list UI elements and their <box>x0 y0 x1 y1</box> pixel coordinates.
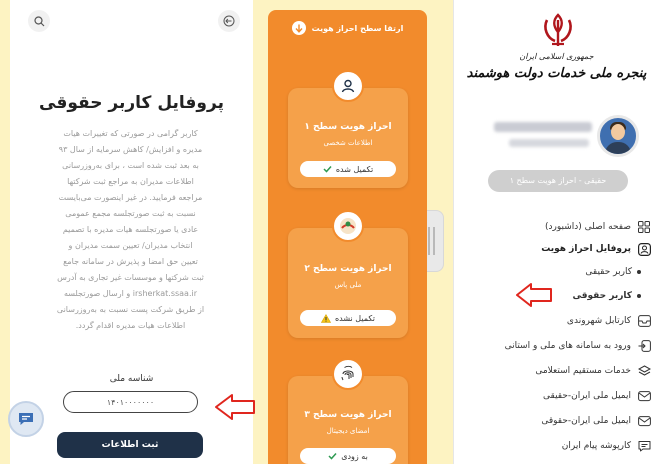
nav-item-inquiry-services[interactable]: خدمات مستقیم استعلامی <box>535 362 651 380</box>
nav-item-dashboard[interactable]: صفحه اصلی (داشبورد) <box>545 218 651 236</box>
page-title: پروفایل کاربر حقوقی <box>39 93 224 113</box>
check-icon <box>323 165 332 173</box>
iran-emblem-logo <box>544 13 572 46</box>
card-subtitle: اطلاعات شخصی <box>323 139 373 147</box>
sub-item-label: کاربر حقوقی <box>572 291 632 301</box>
card-status-label: به زودی <box>341 451 368 461</box>
card-status-badge: به زودی <box>300 448 396 464</box>
card-status-badge: تکمیل شده <box>300 161 396 177</box>
description-text: کاربر گرامی در صورتی که تغییرات هیات مدی… <box>56 129 205 330</box>
mail-icon <box>637 414 651 428</box>
search-icon <box>33 15 44 26</box>
nav-item-national-systems[interactable]: ورود به سامانه های ملی و استانی <box>505 337 651 355</box>
nav-item-label: صفحه اصلی (داشبورد) <box>545 222 631 232</box>
annotation-arrow-icon <box>516 283 552 307</box>
inbox-icon <box>637 314 651 328</box>
auth-level-1-card[interactable]: احراز هویت سطح ۱ اطلاعات شخصی تکمیل شده <box>288 70 408 188</box>
sidebar: جمهوری اسلامی ایران پنجره ملی خدمات دولت… <box>453 0 659 464</box>
blurred-user-id <box>509 139 589 147</box>
user-id-icon <box>637 242 651 256</box>
steps-header: ارتقا سطح احراز هویت <box>268 18 427 38</box>
chat-icon <box>19 413 33 425</box>
support-chat-button[interactable] <box>8 401 44 437</box>
auth-level-pill: حقیقی - احراز هویت سطح ۱ <box>488 170 628 192</box>
card-status-badge: تکمیل نشده <box>300 310 396 326</box>
layers-icon <box>637 364 651 378</box>
card-status-label: تکمیل نشده <box>334 313 376 323</box>
arrow-down-icon[interactable] <box>291 21 306 35</box>
nav-item-message-folder[interactable]: کارپوشه پیام ایران <box>562 437 651 455</box>
nav-item-email-natural[interactable]: ایمیل ملی ایران-حقیقی <box>543 387 651 405</box>
auth-level-2-card[interactable]: احراز هویت سطح ۲ ملی پاس تکمیل نشده <box>288 210 408 338</box>
mail-icon <box>637 389 651 403</box>
auth-levels-panel: ارتقا سطح احراز هویت احراز هویت سطح ۱ اط… <box>268 10 427 464</box>
nav-item-label: کارپوشه پیام ایران <box>561 441 631 451</box>
nav-item-label: خدمات مستقیم استعلامی <box>535 366 631 376</box>
card-title: احراز هویت سطح ۲ <box>304 264 392 274</box>
warning-icon <box>320 313 331 323</box>
fingerprint-icon <box>332 358 364 390</box>
national-id-label: شناسه ملی <box>109 374 154 384</box>
message-icon <box>637 439 651 453</box>
nav-item-auth-profile[interactable]: پروفایل احراز هویت <box>541 240 651 258</box>
auth-level-3-card[interactable]: احراز هویت سطح ۳ امضای دیجیتال به زودی <box>288 358 408 464</box>
brand-line1: جمهوری اسلامی ایران <box>519 52 594 61</box>
nav-item-label: ایمیل ملی ایران-حقوقی <box>541 416 631 426</box>
nav-item-label: پروفایل احراز هویت <box>541 244 631 254</box>
grid-icon <box>637 220 651 234</box>
sub-item-natural-user[interactable]: کاربر حقیقی <box>585 264 641 280</box>
check-icon <box>328 452 337 460</box>
nav-item-label: ورود به سامانه های ملی و استانی <box>504 341 631 351</box>
nav-item-email-legal[interactable]: ایمیل ملی ایران-حقوقی <box>541 412 651 430</box>
sub-item-legal-user[interactable]: کاربر حقوقی <box>572 288 641 304</box>
nav-item-label: ایمیل ملی ایران-حقیقی <box>543 391 631 401</box>
search-button[interactable] <box>28 10 50 32</box>
annotation-arrow-icon <box>215 394 255 420</box>
logout-button[interactable] <box>218 10 240 32</box>
steps-header-label: ارتقا سطح احراز هویت <box>311 23 404 33</box>
login-icon <box>637 339 651 353</box>
bullet-icon <box>637 294 641 298</box>
nav-item-label: کارتابل شهروندی <box>566 316 631 326</box>
national-id-input[interactable] <box>63 391 198 413</box>
card-subtitle: ملی پاس <box>334 281 362 289</box>
card-title: احراز هویت سطح ۳ <box>304 410 392 420</box>
blurred-user-name <box>494 122 592 132</box>
melli-pass-icon <box>332 210 364 242</box>
bullet-icon <box>637 270 641 274</box>
card-subtitle: امضای دیجیتال <box>326 427 370 435</box>
sub-item-label: کاربر حقیقی <box>585 267 632 277</box>
brand-line2: پنجره ملی خدمات دولت هوشمند <box>466 66 647 81</box>
card-title: احراز هویت سطح ۱ <box>304 122 392 132</box>
nav-item-citizen-inbox[interactable]: کارتابل شهروندی <box>567 312 651 330</box>
avatar[interactable] <box>597 115 639 157</box>
submit-button[interactable]: ثبت اطلاعات <box>57 432 203 458</box>
user-icon <box>332 70 364 102</box>
logout-icon <box>223 15 235 27</box>
card-status-label: تکمیل شده <box>335 164 374 174</box>
